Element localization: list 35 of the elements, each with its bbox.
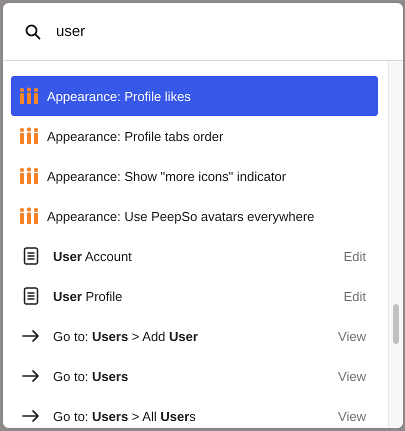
result-action: View (338, 328, 366, 344)
result-action: Edit (344, 248, 366, 264)
arrow-right-icon (22, 329, 40, 343)
search-icon (25, 24, 41, 40)
result-item[interactable]: Go to: Users > Add User View (11, 316, 378, 356)
result-item[interactable]: Go to: Users > All Users View (11, 396, 378, 428)
result-item[interactable]: User Account Edit (11, 236, 378, 276)
result-item[interactable]: Go to: Users View (11, 356, 378, 396)
arrow-right-icon (22, 409, 40, 423)
result-label: Appearance: Show "more icons" indicator (47, 168, 288, 184)
result-action: View (338, 408, 366, 424)
result-label: Go to: Users (52, 368, 130, 384)
document-icon (23, 287, 39, 305)
document-icon (23, 247, 39, 265)
result-label: Go to: Users > All Users (52, 408, 197, 424)
result-label: Appearance: Use PeepSo avatars everywhere (47, 208, 316, 224)
result-label: User Account (52, 248, 133, 264)
result-item[interactable]: User Profile Edit (11, 276, 378, 316)
people-icon (19, 207, 39, 225)
result-item[interactable]: Appearance: Profile tabs order (11, 116, 378, 156)
people-icon (19, 127, 39, 145)
arrow-right-icon (22, 369, 40, 383)
scrollbar[interactable] (388, 61, 403, 428)
result-item[interactable]: Appearance: Show "more icons" indicator (11, 156, 378, 196)
result-item[interactable]: Appearance: Use PeepSo avatars everywhere (11, 196, 378, 236)
result-label: Go to: Users > Add User (52, 328, 199, 344)
result-item[interactable]: Appearance: Profile likes (11, 76, 378, 116)
people-icon (19, 87, 39, 105)
result-label: Appearance: Profile tabs order (47, 128, 224, 144)
result-label: Appearance: Profile likes (47, 88, 192, 104)
result-action: View (338, 368, 366, 384)
result-action: Edit (344, 288, 366, 304)
search-field[interactable]: user (56, 23, 356, 40)
result-label: User Profile (52, 288, 124, 304)
people-icon (19, 167, 39, 185)
